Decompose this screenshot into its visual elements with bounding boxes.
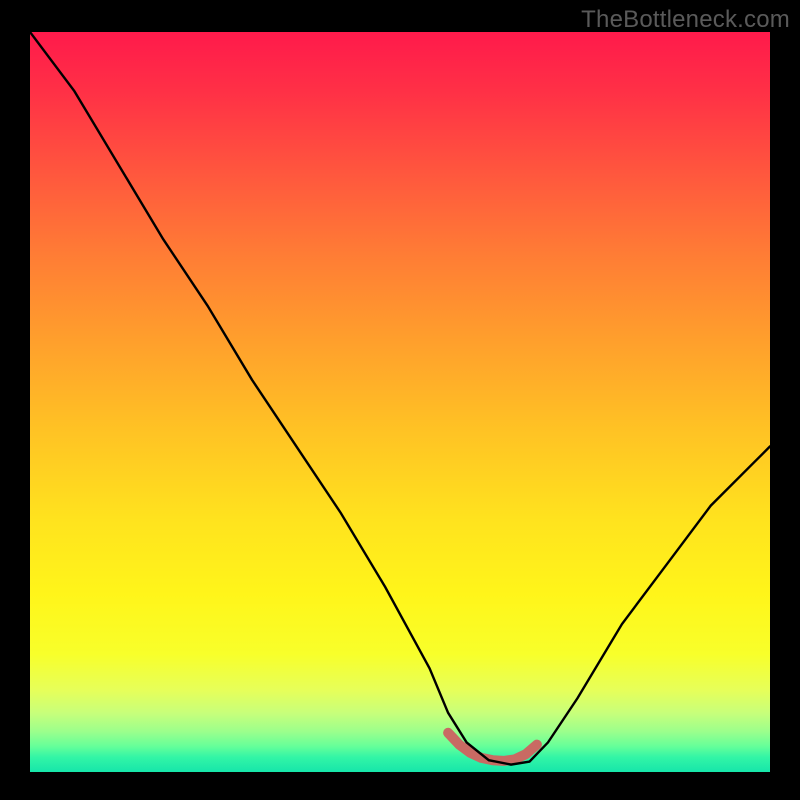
curve-layer <box>30 32 770 772</box>
bottleneck-curve <box>30 32 770 765</box>
optimal-range-marker <box>448 733 537 761</box>
watermark-text: TheBottleneck.com <box>581 6 790 34</box>
chart-frame: TheBottleneck.com <box>0 0 800 800</box>
plot-area <box>30 32 770 772</box>
